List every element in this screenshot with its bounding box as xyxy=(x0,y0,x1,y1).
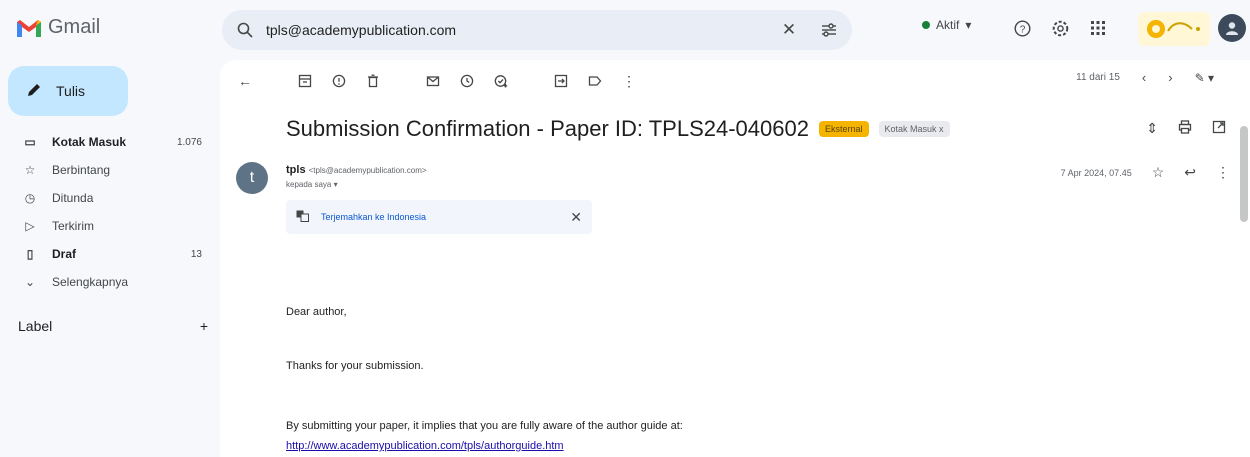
labels-heading: Label xyxy=(18,318,53,334)
app-name: Gmail xyxy=(48,16,101,38)
recipient-text: kepada saya xyxy=(286,180,332,189)
gear-icon[interactable] xyxy=(1048,16,1072,40)
body-thanks: Thanks for your submission. xyxy=(286,360,424,372)
translate-icon xyxy=(296,210,309,225)
sidebar-item-kotak-masuk[interactable]: ▭ Kotak Masuk 1.076 xyxy=(0,128,212,156)
next-page-icon[interactable]: › xyxy=(1168,70,1172,85)
account-avatar[interactable] xyxy=(1218,14,1246,42)
sidebar-item-terkirim[interactable]: ▷ Terkirim xyxy=(0,212,212,240)
snooze-clock-icon[interactable] xyxy=(458,72,476,90)
recipient-toggle[interactable]: kepada saya ▾ xyxy=(286,180,338,189)
draft-icon: ▯ xyxy=(26,247,34,261)
add-task-icon[interactable] xyxy=(492,72,510,90)
email-meta: 7 Apr 2024, 07.45 ☆ ↩ ⋮ xyxy=(1061,164,1230,181)
compose-label: Tulis xyxy=(56,83,86,99)
input-tools-icon[interactable]: ✎ ▾ xyxy=(1195,71,1214,85)
collapse-all-icon[interactable]: ⇕ xyxy=(1146,120,1158,137)
author-guide-link[interactable]: http://www.academypublication.com/tpls/a… xyxy=(286,440,564,452)
search-input[interactable]: tpls@academypublication.com xyxy=(266,22,778,38)
sidebar-item-label: Berbintang xyxy=(52,163,111,177)
trash-icon[interactable] xyxy=(364,72,382,90)
star-icon[interactable]: ☆ xyxy=(1152,164,1165,181)
more-vert-icon[interactable]: ⋮ xyxy=(1216,164,1230,181)
status-dot xyxy=(922,21,930,29)
top-icons: ? xyxy=(1010,16,1110,40)
sidebar-item-count: 1.076 xyxy=(176,136,202,148)
add-label-icon[interactable]: + xyxy=(200,318,208,334)
pagination-text: 11 dari 15 xyxy=(1076,72,1120,83)
archive-icon[interactable] xyxy=(296,72,314,90)
help-icon[interactable]: ? xyxy=(1010,16,1034,40)
close-icon[interactable]: ✕ xyxy=(570,209,582,226)
move-to-icon[interactable] xyxy=(552,72,570,90)
search-options-icon[interactable] xyxy=(818,19,840,41)
chevron-down-icon: ▾ xyxy=(333,180,338,189)
chevron-down-icon: ⌄ xyxy=(24,275,36,289)
gmail-m-icon xyxy=(17,19,41,37)
apps-grid-icon[interactable] xyxy=(1086,16,1110,40)
chevron-down-icon: ▾ xyxy=(965,18,972,32)
subject-actions: ⇕ xyxy=(1146,120,1226,137)
top-bar: Gmail tpls@academypublication.com ✕ Akti… xyxy=(0,0,1250,60)
body-guide-text: By submitting your paper, it implies tha… xyxy=(286,420,683,432)
sidebar-item-count: 13 xyxy=(190,248,202,260)
sidebar-item-draf[interactable]: ▯ Draf 13 xyxy=(0,240,212,268)
clock-icon: ◷ xyxy=(24,191,36,205)
sidebar-item-label: Ditunda xyxy=(52,191,94,205)
search-bar[interactable]: tpls@academypublication.com ✕ xyxy=(222,10,852,50)
organization-logo[interactable] xyxy=(1138,12,1210,46)
translate-bar: Terjemahkan ke Indonesia ✕ xyxy=(286,200,592,234)
compose-button[interactable]: Tulis xyxy=(8,66,128,116)
email-subject: Submission Confirmation - Paper ID: TPLS… xyxy=(286,116,809,141)
scrollbar[interactable] xyxy=(1240,126,1248,222)
reply-icon[interactable]: ↩ xyxy=(1184,164,1196,181)
pencil-icon xyxy=(26,82,42,101)
status-label: Aktif xyxy=(936,18,960,32)
back-arrow-icon[interactable]: ← xyxy=(236,72,254,90)
translate-link[interactable]: Terjemahkan ke Indonesia xyxy=(321,212,570,222)
sidebar-item-ditunda[interactable]: ◷ Ditunda xyxy=(0,184,212,212)
sidebar-item-berbintang[interactable]: ☆ Berbintang xyxy=(0,156,212,184)
label-tag-icon[interactable] xyxy=(586,72,604,90)
more-vert-icon[interactable]: ⋮ xyxy=(620,72,638,90)
prev-page-icon[interactable]: ‹ xyxy=(1142,70,1146,85)
sidebar-item-label: Selengkapnya xyxy=(52,275,129,289)
svg-text:?: ? xyxy=(1019,24,1025,35)
clear-search-icon[interactable]: ✕ xyxy=(778,19,800,41)
pagination: 11 dari 15 ‹ › ✎ ▾ xyxy=(1076,70,1214,85)
body-greeting: Dear author, xyxy=(286,306,347,318)
sidebar-item-label: Kotak Masuk xyxy=(52,135,127,149)
mark-unread-icon[interactable] xyxy=(424,72,442,90)
subject-row: Submission Confirmation - Paper ID: TPLS… xyxy=(286,116,950,142)
gmail-logo[interactable]: Gmail xyxy=(16,16,100,39)
sender-info: tpls <tpls@academypublication.com> xyxy=(286,164,427,176)
sender-avatar[interactable]: t xyxy=(236,162,268,194)
sidebar-item-label: Draf xyxy=(52,247,77,261)
external-badge: Eksternal xyxy=(818,121,869,137)
inbox-label-badge[interactable]: Kotak Masuk x xyxy=(878,121,950,137)
email-toolbar: ← ⋮ xyxy=(236,64,638,98)
inbox-icon: ▭ xyxy=(24,135,36,149)
labels-header: Label + xyxy=(18,318,208,334)
email-view: ← ⋮ 11 dari 15 ‹ › ✎ ▾ Submission Confir… xyxy=(220,60,1250,457)
send-icon: ▷ xyxy=(25,219,35,233)
open-new-window-icon[interactable] xyxy=(1212,120,1226,137)
status-selector[interactable]: Aktif ▾ xyxy=(922,18,971,32)
sidebar-item-label: Terkirim xyxy=(52,219,94,233)
sidebar-nav: ▭ Kotak Masuk 1.076 ☆ Berbintang ◷ Ditunda ▷ Ter… xyxy=(0,128,212,296)
sidebar-item-selengkapnya[interactable]: ⌄ Selengkapnya xyxy=(0,268,212,296)
sender-address: <tpls@academypublication.com> xyxy=(308,166,427,175)
search-icon[interactable] xyxy=(234,19,256,41)
sender-name[interactable]: tpls xyxy=(286,164,306,176)
email-date: 7 Apr 2024, 07.45 xyxy=(1060,167,1132,178)
print-icon[interactable] xyxy=(1178,120,1192,137)
star-icon: ☆ xyxy=(24,163,36,177)
report-spam-icon[interactable] xyxy=(330,72,348,90)
